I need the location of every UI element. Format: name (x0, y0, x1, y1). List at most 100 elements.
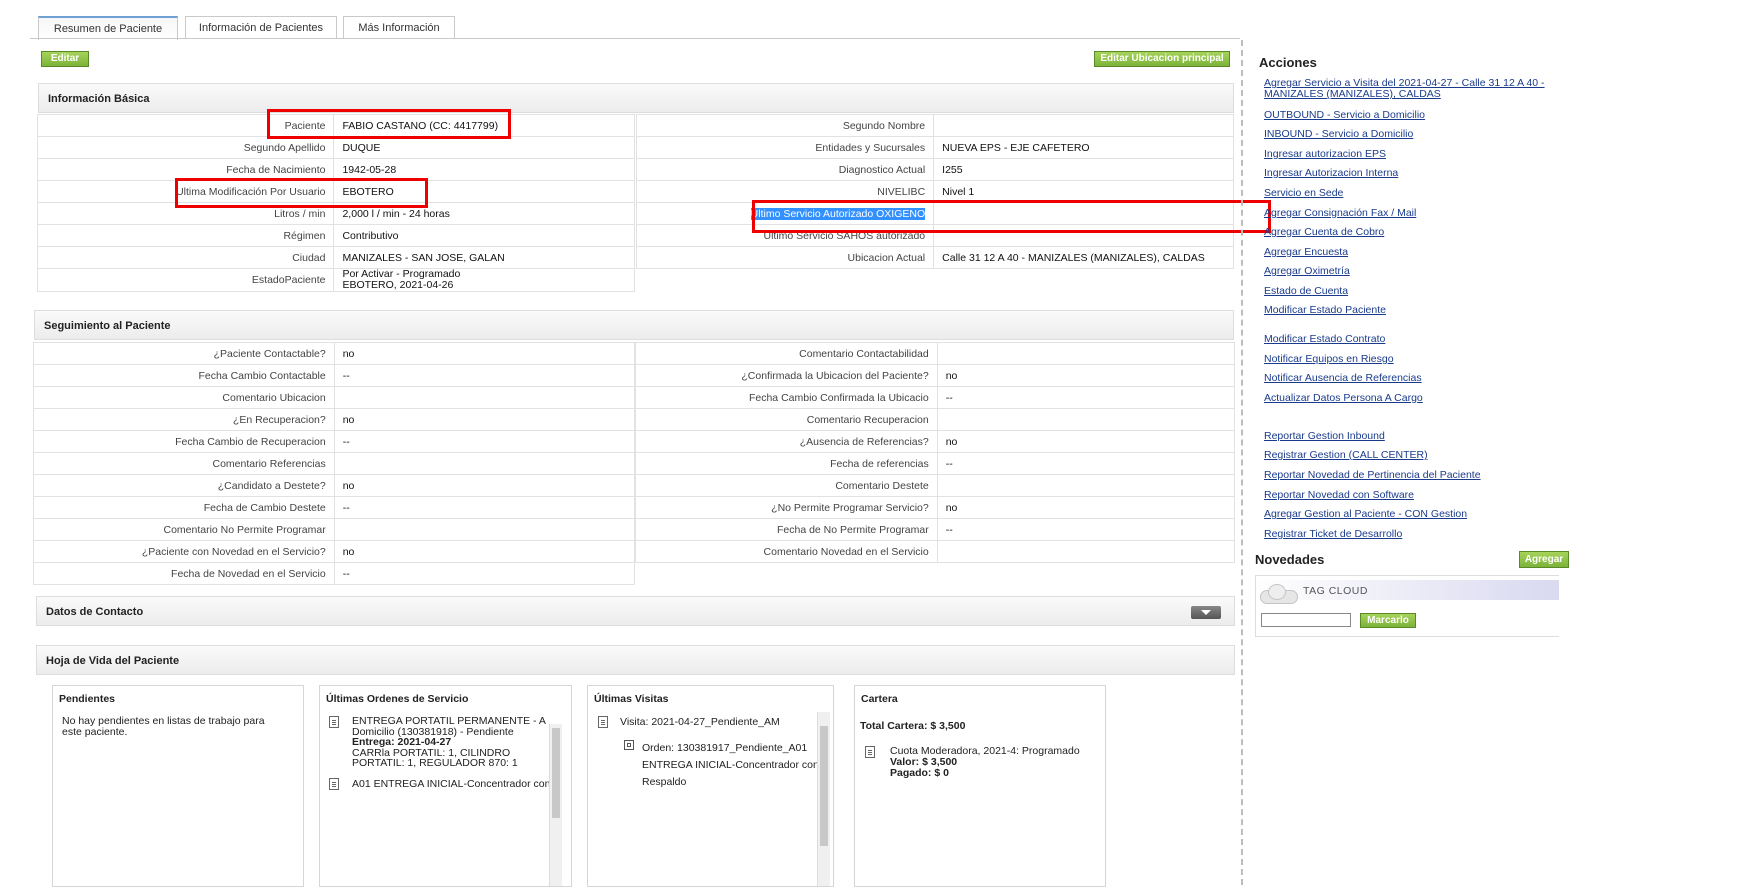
link-modificar-estado-contrato[interactable]: Modificar Estado Contrato (1264, 333, 1385, 345)
label-ultimo-servicio-oxigeno: Ultimo Servicio Autorizado OXIGENO (635, 202, 935, 225)
label-no-permite-programar: ¿No Permite Programar Servicio? (635, 496, 938, 519)
value-comentario-recuperacion (936, 408, 1236, 431)
label-fecha-cambio-destete: Fecha de Cambio Destete (33, 496, 335, 519)
link-notificar-equipos-riesgo[interactable]: Notificar Equipos en Riesgo (1264, 353, 1394, 365)
datos-contacto-title: Datos de Contacto (46, 606, 144, 618)
orden-1-line5: PORTATIL: 1, REGULADOR 870: 1 (352, 757, 518, 769)
document-icon (865, 746, 875, 758)
link-reportar-novedad-software[interactable]: Reportar Novedad con Software (1264, 489, 1414, 501)
label-paciente-contactable: ¿Paciente Contactable? (33, 342, 335, 365)
tag-cloud-label: TAG CLOUD (1303, 585, 1368, 597)
link-modificar-estado-paciente[interactable]: Modificar Estado Paciente (1264, 304, 1386, 316)
orden-1-line1: ENTREGA PORTATIL PERMANENTE - A (352, 715, 546, 727)
sidebar-divider (1241, 40, 1243, 885)
visitas-scrollbar[interactable] (817, 712, 830, 886)
label-regimen: Régimen (36, 224, 335, 247)
label-ciudad: Ciudad (36, 246, 335, 269)
label-segundo-apellido: Segundo Apellido (36, 136, 335, 159)
link-reportar-gestion-inbound[interactable]: Reportar Gestion Inbound (1264, 430, 1385, 442)
tag-input[interactable] (1261, 613, 1351, 627)
value-diagnostico: I255 (933, 158, 1234, 181)
value-fecha-nacimiento: 1942-05-28 (333, 158, 635, 181)
link-agregar-servicio-visita[interactable]: Agregar Servicio a Visita del 2021-04-27… (1264, 78, 1554, 100)
label-segundo-nombre: Segundo Nombre (635, 114, 935, 137)
label-fecha-novedad: Fecha de Novedad en el Servicio (33, 562, 335, 585)
value-fecha-cambio-confirmada: -- (936, 386, 1236, 409)
value-comentario-destete (936, 474, 1236, 497)
seguimiento-right-table: Comentario Contactabilidad ¿Confirmada l… (635, 342, 1236, 563)
marcarlo-button[interactable]: Marcarlo (1360, 613, 1416, 628)
link-agregar-encuesta[interactable]: Agregar Encuesta (1264, 246, 1348, 258)
pendientes-text: No hay pendientes en listas de trabajo p… (62, 715, 265, 738)
label-comentario-contactabilidad: Comentario Contactabilidad (635, 342, 938, 365)
ordenes-scrollbar[interactable] (549, 724, 562, 886)
datos-contacto-header[interactable]: Datos de Contacto (36, 596, 1235, 626)
link-actualizar-datos-persona[interactable]: Actualizar Datos Persona A Cargo (1264, 392, 1423, 404)
link-outbound[interactable]: OUTBOUND - Servicio a Domicilio (1264, 109, 1425, 121)
link-agregar-consignacion[interactable]: Agregar Consignación Fax / Mail (1264, 207, 1416, 219)
link-notificar-ausencia-referencias[interactable]: Notificar Ausencia de Referencias (1264, 372, 1422, 384)
value-paciente-novedad: no (333, 540, 636, 563)
cartera-panel: Cartera Total Cartera: $ 3,500 Cuota Mod… (854, 685, 1106, 887)
seguimiento-header: Seguimiento al Paciente (34, 310, 1234, 340)
editar-button[interactable]: Editar (41, 51, 89, 67)
value-comentario-ubicacion (333, 386, 636, 409)
tab-informacion-pacientes[interactable]: Información de Pacientes (185, 16, 337, 39)
label-comentario-no-permite: Comentario No Permite Programar (33, 518, 335, 541)
label-ultimo-servicio-sahos: Ultimo Servicio SAHOS autorizado (635, 224, 935, 247)
label-entidades: Entidades y Sucursales (635, 136, 935, 159)
value-nivelibc: Nivel 1 (933, 180, 1234, 203)
label-fecha-nacimiento: Fecha de Nacimiento (36, 158, 335, 181)
document-icon (329, 716, 339, 728)
value-estado-paciente: Por Activar - Programado EBOTERO, 2021-04… (333, 268, 635, 292)
pendientes-title: Pendientes (59, 693, 116, 705)
label-fecha-cambio-confirmada: Fecha Cambio Confirmada la Ubicacio (635, 386, 938, 409)
value-comentario-contactabilidad (936, 342, 1236, 365)
link-agregar-gestion-paciente[interactable]: Agregar Gestion al Paciente - CON Gestio… (1264, 508, 1467, 520)
tab-mas-informacion[interactable]: Más Información (343, 16, 455, 39)
link-agregar-oximetria[interactable]: Agregar Oximetría (1264, 265, 1350, 277)
value-confirmada-ubicacion: no (936, 364, 1236, 387)
cloud-icon (1260, 584, 1298, 604)
value-fecha-no-permite: -- (936, 518, 1236, 541)
tab-resumen-paciente[interactable]: Resumen de Paciente (38, 16, 178, 40)
tag-cloud-header (1256, 580, 1559, 600)
link-servicio-sede[interactable]: Servicio en Sede (1264, 187, 1343, 199)
label-diagnostico: Diagnostico Actual (635, 158, 935, 181)
visitas-panel: Últimas Visitas Visita: 2021-04-27_Pendi… (587, 685, 834, 887)
visita-orden-line3: Respaldo (642, 776, 687, 788)
agregar-novedad-button[interactable]: Agregar (1519, 551, 1569, 568)
link-registrar-ticket-desarrollo[interactable]: Registrar Ticket de Desarrollo (1264, 528, 1402, 540)
link-reportar-novedad-pertinencia[interactable]: Reportar Novedad de Pertinencia del Paci… (1264, 469, 1481, 481)
value-segundo-apellido: DUQUE (333, 136, 635, 159)
acciones-title: Acciones (1259, 55, 1317, 70)
expand-toggle-icon[interactable] (1191, 606, 1221, 619)
value-ultimo-servicio-oxigeno (933, 202, 1234, 225)
link-registrar-gestion-call-center[interactable]: Registrar Gestion (CALL CENTER) (1264, 449, 1428, 461)
visita-orden-line2: ENTREGA INICIAL-Concentrador con (642, 759, 819, 771)
label-comentario-ubicacion: Comentario Ubicacion (33, 386, 335, 409)
value-en-recuperacion: no (333, 408, 636, 431)
editar-ubicacion-principal-button[interactable]: Editar Ubicacion principal (1094, 51, 1230, 67)
label-comentario-referencias: Comentario Referencias (33, 452, 335, 475)
value-fecha-cambio-destete: -- (333, 496, 636, 519)
label-comentario-recuperacion: Comentario Recuperacion (635, 408, 938, 431)
ordenes-title: Últimas Ordenes de Servicio (326, 693, 469, 705)
value-candidato-destete: no (333, 474, 636, 497)
value-ciudad: MANIZALES - SAN JOSE, GALAN (333, 246, 635, 269)
estado-line2: EBOTERO, 2021-04-26 (342, 279, 454, 291)
link-agregar-cuenta-cobro[interactable]: Agregar Cuenta de Cobro (1264, 226, 1384, 238)
link-estado-cuenta[interactable]: Estado de Cuenta (1264, 285, 1348, 297)
basic-right-table: Segundo Nombre Entidades y Sucursales NUE… (635, 114, 1234, 269)
label-estado-paciente: EstadoPaciente (36, 268, 335, 292)
value-segundo-nombre (933, 114, 1234, 137)
tag-cloud-box: TAG CLOUD Marcarlo (1255, 575, 1559, 637)
link-inbound[interactable]: INBOUND - Servicio a Domicilio (1264, 128, 1413, 140)
link-ingresar-autorizacion-eps[interactable]: Ingresar autorizacion EPS (1264, 148, 1386, 160)
value-ultimo-servicio-sahos (933, 224, 1234, 247)
cartera-total: Total Cartera: $ 3,500 (860, 720, 966, 732)
label-litros-min: Litros / min (36, 202, 335, 225)
link-ingresar-autorizacion-interna[interactable]: Ingresar Autorizacion Interna (1264, 167, 1398, 179)
value-ubicacion-actual: Calle 31 12 A 40 - MANIZALES (MANIZALES)… (933, 246, 1234, 269)
link-agregar-servicio-visita-line2: MANIZALES (MANIZALES), CALDAS (1264, 88, 1441, 100)
